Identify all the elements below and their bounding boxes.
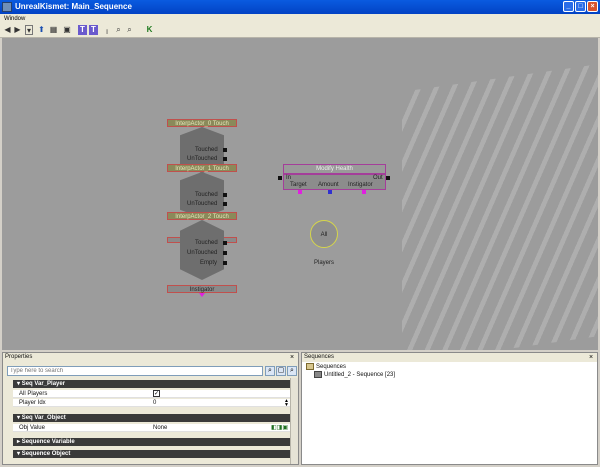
- touch-node-1-title[interactable]: InterpActor_1 Touch: [167, 164, 237, 172]
- property-all-players-label: All Players: [19, 391, 48, 397]
- modify-health-instigator-label: Instigator: [348, 182, 373, 188]
- category-seq-var-object[interactable]: ▾ Seq Var_Object: [13, 414, 291, 422]
- app-icon: [2, 2, 12, 12]
- category-sequence-object[interactable]: ▾ Sequence Object: [13, 450, 291, 458]
- touch-node-2-touched-connector[interactable]: [223, 241, 227, 245]
- menu-window[interactable]: Window: [4, 15, 25, 23]
- canvas-watermark: [402, 64, 598, 350]
- sequence-tree-child[interactable]: Untitled_2 - Sequence [23]: [314, 371, 395, 379]
- up-arrow-icon[interactable]: ⬆: [37, 25, 46, 35]
- property-obj-value-label: Obj Value: [19, 425, 45, 431]
- modify-health-title[interactable]: Modify Health: [283, 164, 386, 174]
- touch-node-2-touched-label: Touched: [195, 240, 218, 246]
- modify-health-amount-label: Amount: [318, 182, 339, 188]
- modify-health-amount-pin[interactable]: [328, 190, 332, 194]
- sequences-header: [302, 353, 597, 362]
- modify-health-out-label: Out: [373, 175, 383, 181]
- back-arrow-icon[interactable]: ◀: [3, 25, 12, 35]
- close-button[interactable]: ×: [587, 1, 598, 12]
- kismet-canvas[interactable]: InterpActor_0 Touch Touched UnTouched In…: [2, 38, 598, 350]
- touch-node-0-touched-connector[interactable]: [223, 148, 227, 152]
- category-seq-var-object-label: Seq Var_Object: [21, 415, 66, 421]
- touch-node-0-untouched-label: UnTouched: [187, 156, 218, 162]
- sequence-child-label: Untitled_2 - Sequence [23]: [324, 372, 396, 379]
- touch-node-1-untouched-connector[interactable]: [223, 202, 227, 206]
- touch-node-2-untouched-label: UnTouched: [187, 250, 218, 256]
- text-t-alt-icon[interactable]: T: [89, 25, 98, 35]
- all-players-variable[interactable]: All Players: [310, 220, 338, 266]
- touch-node-1-touched-label: Touched: [195, 192, 218, 198]
- touch-node-2-empty-connector[interactable]: [223, 261, 227, 265]
- folder-icon: [306, 363, 314, 370]
- touch-node-1-touched-connector[interactable]: [223, 193, 227, 197]
- modify-health-out-connector[interactable]: [386, 176, 390, 180]
- minimize-button[interactable]: _: [563, 1, 574, 12]
- sequences-close-icon[interactable]: ×: [589, 353, 593, 362]
- touch-node-2-title[interactable]: InterpActor_2 Touch: [167, 212, 237, 220]
- properties-panel: Properties × ⌕ ▢ ⌕ ▾ Seq Var_Player All …: [2, 352, 299, 465]
- search-go-icon[interactable]: ⌕: [265, 366, 275, 376]
- properties-title: Properties: [5, 354, 33, 360]
- category-sequence-object-label: Sequence Object: [21, 451, 71, 457]
- search-options-icon[interactable]: ▢: [276, 366, 286, 376]
- search-filter-icon[interactable]: ⌕: [287, 366, 297, 376]
- player-idx-spinner[interactable]: ▲ ▼: [284, 399, 289, 408]
- property-row-obj-value: Obj Value None ◧◨▣: [13, 424, 291, 432]
- category-sequence-variable-label: Sequence Variable: [21, 439, 75, 445]
- all-players-checkbox[interactable]: ✓: [153, 390, 160, 397]
- menu-bar: Window: [0, 14, 600, 24]
- pin-icon[interactable]: ╷: [104, 25, 110, 35]
- toolbar: ◀ ▶ ▾ ⬆ ▦ ▣ T T ╷ ⌕ ⌕ K: [0, 24, 600, 38]
- modify-health-instigator-pin[interactable]: [362, 190, 366, 194]
- window-title: UnrealKismet: Main_Sequence: [15, 2, 132, 11]
- obj-value-tools-icon[interactable]: ◧◨▣: [271, 424, 288, 432]
- grid-icon[interactable]: ▦: [49, 25, 58, 35]
- category-seq-var-player[interactable]: ▾ Seq Var_Player: [13, 380, 291, 388]
- modify-health-in-connector[interactable]: [278, 176, 282, 180]
- property-player-idx-value[interactable]: 0: [153, 399, 156, 407]
- touch-node-0-title[interactable]: InterpActor_0 Touch: [167, 119, 237, 127]
- kismet-k-icon[interactable]: K: [145, 25, 154, 35]
- search-icon[interactable]: ⌕: [114, 25, 123, 35]
- modify-health-target-label: Target: [290, 182, 307, 188]
- instigator-variable-bar[interactable]: Instigator: [167, 285, 237, 293]
- dropdown-icon[interactable]: ▾: [25, 25, 33, 35]
- touch-node-0-touched-label: Touched: [195, 147, 218, 153]
- property-row-all-players: All Players ✓: [13, 390, 291, 398]
- category-seq-var-player-label: Seq Var_Player: [21, 381, 66, 387]
- sequence-icon: [314, 371, 322, 378]
- sequences-panel: Sequences × Sequences Untitled_2 - Seque…: [301, 352, 598, 465]
- property-obj-value-value[interactable]: None: [153, 424, 167, 432]
- search-alt-icon[interactable]: ⌕: [125, 25, 134, 35]
- sequence-root-label: Sequences: [316, 364, 347, 371]
- window-titlebar: UnrealKismet: Main_Sequence _ □ ×: [0, 0, 600, 14]
- properties-scrollbar[interactable]: [290, 378, 298, 464]
- sequences-title: Sequences: [304, 354, 335, 360]
- modify-health-target-pin[interactable]: [298, 190, 302, 194]
- modify-health-in-label: In: [286, 175, 292, 181]
- properties-search-input[interactable]: [7, 366, 263, 376]
- touch-node-2-untouched-connector[interactable]: [223, 251, 227, 255]
- category-sequence-variable[interactable]: ▸ Sequence Variable: [13, 438, 291, 446]
- sequence-tree-root[interactable]: Sequences: [306, 363, 346, 371]
- instigator-link-arrow: [199, 293, 205, 297]
- property-row-player-idx: Player Idx 0 ▲ ▼: [13, 399, 291, 408]
- maximize-button[interactable]: □: [575, 1, 586, 12]
- property-player-idx-label: Player Idx: [19, 400, 46, 406]
- forward-arrow-icon[interactable]: ▶: [13, 25, 22, 35]
- text-t-icon[interactable]: T: [78, 25, 87, 35]
- touch-node-2-empty-label: Empty: [200, 260, 218, 266]
- properties-close-icon[interactable]: ×: [290, 353, 294, 362]
- touch-node-1-untouched-label: UnTouched: [187, 201, 218, 207]
- camera-icon[interactable]: ▣: [62, 25, 72, 35]
- touch-node-0-untouched-connector[interactable]: [223, 157, 227, 161]
